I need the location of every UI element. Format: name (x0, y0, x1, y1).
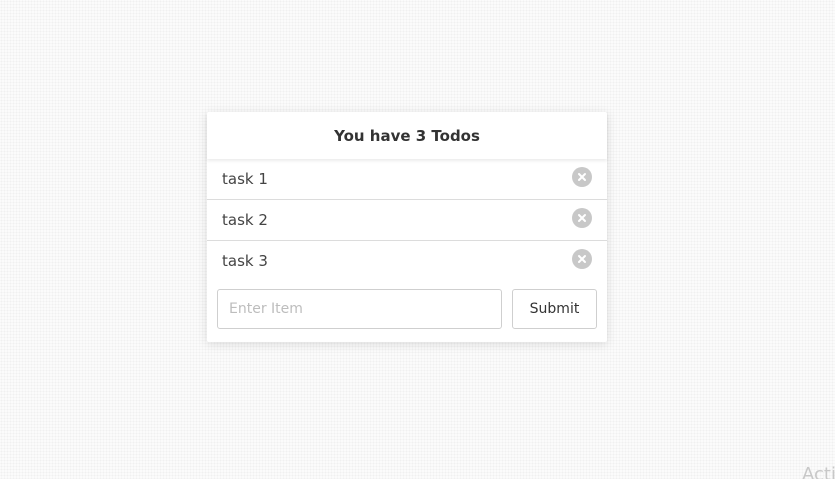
close-x-glyph (578, 173, 586, 181)
todo-item: task 3 (207, 241, 607, 281)
todo-list: task 1 task 2 task 3 (207, 159, 607, 281)
todo-item-label: task 1 (222, 170, 268, 188)
close-x-glyph (578, 255, 586, 263)
todo-header: You have 3 Todos (207, 112, 607, 159)
todo-card: You have 3 Todos task 1 task 2 task 3 En… (207, 112, 607, 342)
todo-item-label: task 3 (222, 252, 268, 270)
close-x-glyph (578, 214, 586, 222)
close-circle-icon[interactable] (572, 249, 592, 269)
submit-button[interactable]: Submit (512, 289, 597, 329)
todo-item-label: task 2 (222, 211, 268, 229)
close-circle-icon[interactable] (572, 208, 592, 228)
activation-watermark: Acti (802, 464, 835, 479)
add-item-row: Submit (207, 281, 607, 329)
todo-count-title: You have 3 Todos (334, 126, 480, 145)
close-circle-icon[interactable] (572, 167, 592, 187)
todo-item: task 1 (207, 159, 607, 200)
todo-item: task 2 (207, 200, 607, 241)
enter-item-input[interactable] (217, 289, 502, 329)
